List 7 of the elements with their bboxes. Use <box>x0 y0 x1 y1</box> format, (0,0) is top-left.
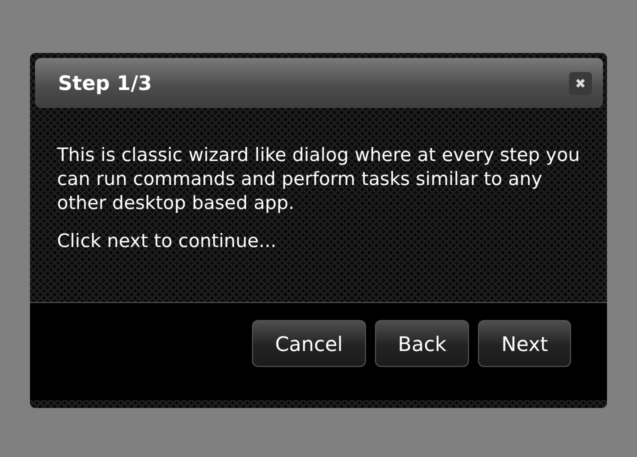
dialog-text: Click next to continue... <box>57 230 278 254</box>
dialog-title: Step 1/3 <box>58 71 152 95</box>
close-button[interactable]: ✖ <box>569 72 592 94</box>
dialog-button[interactable]: Back <box>374 320 470 367</box>
dialog-button[interactable]: Cancel <box>252 320 366 367</box>
dialog-text: This is classic wizard like dialog where at every step you can run commands and perform tasks similar to any other desktop based app. <box>57 144 581 216</box>
dialog-button[interactable]: Next <box>478 320 571 367</box>
